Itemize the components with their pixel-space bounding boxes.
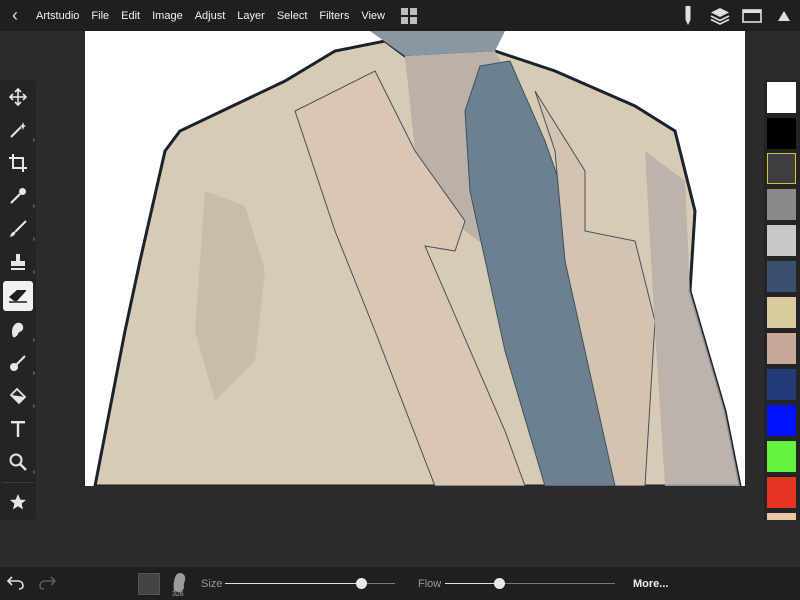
zoom-icon[interactable]: › xyxy=(3,447,35,477)
color-swatch[interactable] xyxy=(767,261,796,292)
back-icon[interactable]: ‹ xyxy=(0,5,30,26)
menu-file[interactable]: File xyxy=(85,10,115,22)
color-swatch[interactable] xyxy=(767,118,796,149)
flow-slider-knob[interactable] xyxy=(494,578,506,589)
eyedropper-icon[interactable]: › xyxy=(3,181,35,211)
fill-icon[interactable]: › xyxy=(3,381,35,411)
magic-wand-icon[interactable]: › xyxy=(3,115,35,145)
menu-view[interactable]: View xyxy=(355,10,391,22)
workspace xyxy=(0,31,800,567)
color-swatch[interactable] xyxy=(767,405,796,436)
color-swatch[interactable] xyxy=(767,333,796,364)
brush-icon[interactable]: › xyxy=(3,214,35,244)
menu-edit[interactable]: Edit xyxy=(115,10,146,22)
size-slider[interactable] xyxy=(225,578,395,589)
color-swatch[interactable] xyxy=(767,225,796,256)
flow-slider-fill xyxy=(445,583,500,584)
size-label: Size xyxy=(201,578,223,590)
toolbar-divider xyxy=(2,482,34,483)
move-icon[interactable] xyxy=(3,82,33,112)
menu-select[interactable]: Select xyxy=(271,10,314,22)
text-icon[interactable] xyxy=(3,414,33,444)
window-icon[interactable] xyxy=(736,0,768,31)
color-swatch[interactable] xyxy=(767,297,796,328)
color-swatch-selected[interactable] xyxy=(767,153,796,184)
layers-icon[interactable] xyxy=(704,0,736,31)
current-color-swatch[interactable] xyxy=(138,573,160,595)
color-swatch[interactable] xyxy=(767,441,796,472)
app-name[interactable]: Artstudio xyxy=(30,10,85,22)
crop-icon[interactable] xyxy=(3,148,33,178)
tool-palette: › › › › › › › › xyxy=(0,80,36,520)
eraser-icon[interactable] xyxy=(3,281,33,311)
menu-filters[interactable]: Filters xyxy=(313,10,355,22)
brush-number: 326 xyxy=(172,591,184,598)
artwork-canvas[interactable] xyxy=(85,31,745,486)
redo-icon[interactable] xyxy=(38,575,57,594)
undo-icon[interactable] xyxy=(6,575,25,594)
color-swatch[interactable] xyxy=(767,513,796,520)
color-swatch[interactable] xyxy=(767,477,796,508)
bottom-options-bar: 326 Size Flow More... xyxy=(0,567,800,600)
more-button[interactable]: More... xyxy=(633,578,668,590)
menu-layer[interactable]: Layer xyxy=(231,10,271,22)
color-swatches-panel xyxy=(764,80,800,520)
menu-adjust[interactable]: Adjust xyxy=(189,10,232,22)
stamp-icon[interactable]: › xyxy=(3,247,35,277)
triangle-up-icon[interactable] xyxy=(768,0,800,31)
top-right-tools xyxy=(672,0,800,31)
color-swatch[interactable] xyxy=(767,82,796,113)
color-swatch[interactable] xyxy=(767,189,796,220)
grid-icon[interactable] xyxy=(401,7,417,24)
color-swatch[interactable] xyxy=(767,369,796,400)
smudge-icon[interactable]: › xyxy=(3,315,35,345)
pencil-icon[interactable] xyxy=(672,0,704,31)
favorites-icon[interactable] xyxy=(3,487,33,517)
size-slider-knob[interactable] xyxy=(356,578,367,589)
menu-image[interactable]: Image xyxy=(146,10,189,22)
flow-label: Flow xyxy=(418,578,442,590)
blur-icon[interactable]: › xyxy=(3,348,35,378)
size-slider-fill xyxy=(225,583,361,584)
flow-slider[interactable] xyxy=(445,578,615,589)
